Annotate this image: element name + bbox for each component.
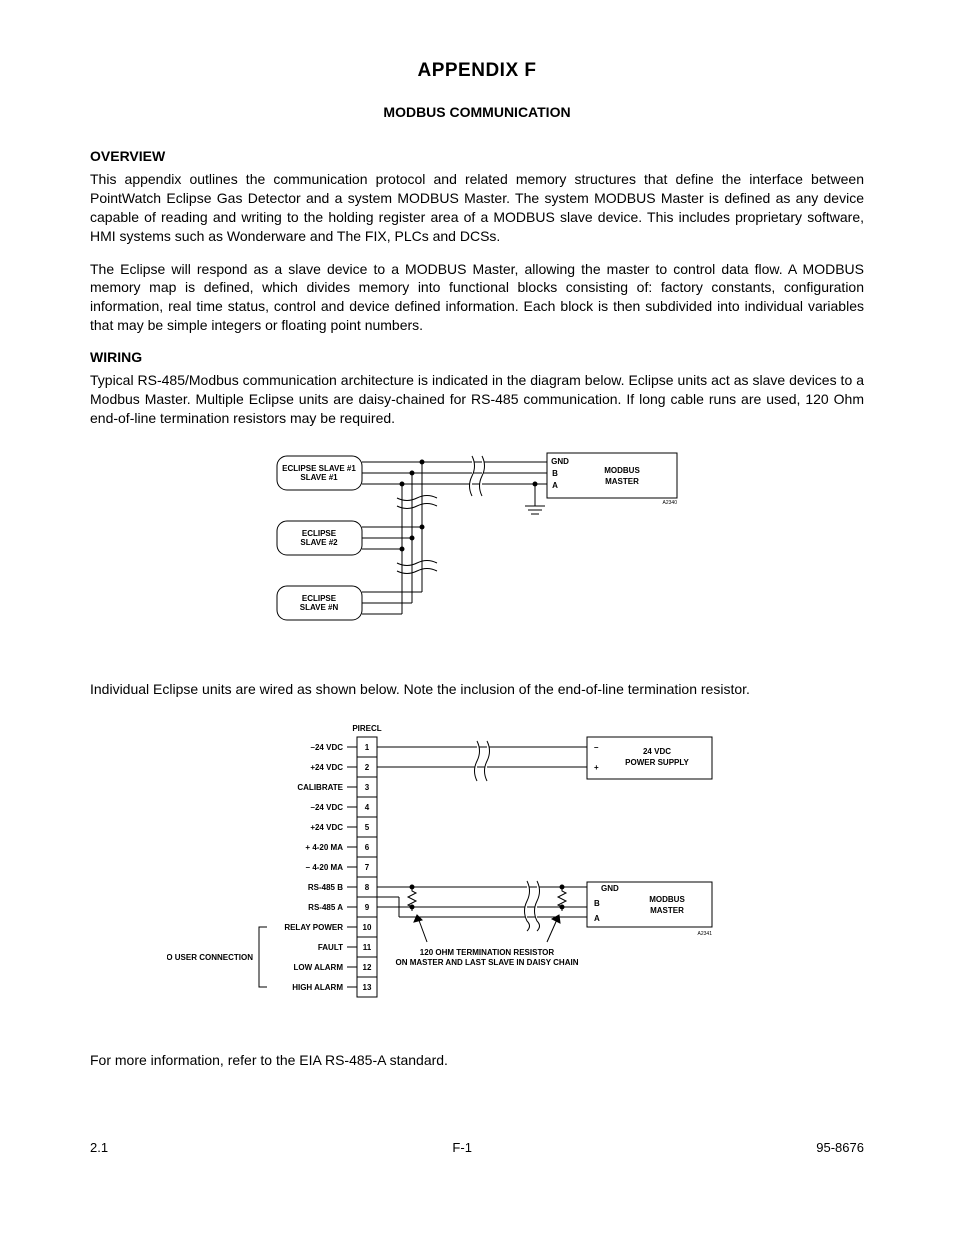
svg-text:12: 12 [363, 963, 372, 972]
svg-text:1: 1 [365, 743, 370, 752]
svg-text:MASTER: MASTER [650, 906, 684, 915]
footer-center: F-1 [452, 1140, 472, 1155]
svg-text:SLAVE #2: SLAVE #2 [300, 538, 338, 547]
footer-right: 95-8676 [816, 1140, 864, 1155]
svg-text:9: 9 [365, 903, 370, 912]
svg-text:8: 8 [365, 883, 370, 892]
d2-b: B [594, 899, 600, 908]
d2-pin6: + 4-20 MA [305, 843, 343, 852]
wiring-p1: Typical RS-485/Modbus communication arch… [90, 371, 864, 428]
d2-pin3: CALIBRATE [297, 783, 343, 792]
d1-b: B [552, 469, 558, 478]
overview-p2: The Eclipse will respond as a slave devi… [90, 260, 864, 336]
svg-text:ECLIPSE: ECLIPSE [302, 594, 337, 603]
svg-text:2: 2 [365, 763, 370, 772]
d2-pin13: HIGH ALARM [292, 983, 343, 992]
footer-left: 2.1 [90, 1140, 108, 1155]
d2-pin12: LOW ALARM [294, 963, 344, 972]
svg-text:13: 13 [363, 983, 372, 992]
wiring-p2: Individual Eclipse units are wired as sh… [90, 680, 864, 699]
d2-pin4: –24 VDC [311, 803, 344, 812]
d1-a: A [552, 481, 558, 490]
d1-gnd: GND [551, 457, 569, 466]
unit-wiring-diagram: PIRECL 1 2 3 4 5 6 7 8 9 10 11 12 13 –24… [167, 717, 787, 1027]
svg-text:7: 7 [365, 863, 370, 872]
svg-text:ON MASTER AND LAST SLAVE IN DA: ON MASTER AND LAST SLAVE IN DAISY CHAIN [396, 958, 579, 967]
svg-text:SLAVE #N: SLAVE #N [300, 603, 339, 612]
svg-text:10: 10 [363, 923, 372, 932]
svg-text:SLAVE #1: SLAVE #1 [300, 473, 338, 482]
svg-text:120 OHM TERMINATION RESISTOR: 120 OHM TERMINATION RESISTOR [420, 948, 555, 957]
svg-text:4: 4 [365, 803, 370, 812]
d2-pin8: RS-485 B [308, 883, 343, 892]
d2-pin10: RELAY POWER [284, 923, 343, 932]
svg-text:5: 5 [365, 823, 370, 832]
overview-p1: This appendix outlines the communication… [90, 170, 864, 246]
d2-gnd: GND [601, 884, 619, 893]
d2-ps-plus: + [594, 763, 599, 772]
overview-heading: OVERVIEW [90, 148, 864, 164]
svg-text:11: 11 [363, 943, 372, 952]
d2-header: PIRECL [352, 724, 381, 733]
d1-code: A2340 [663, 500, 678, 506]
wiring-heading: WIRING [90, 349, 864, 365]
appendix-subtitle: MODBUS COMMUNICATION [90, 104, 864, 120]
d2-pin9: RS-485 A [308, 903, 343, 912]
wiring-p3: For more information, refer to the EIA R… [90, 1051, 864, 1070]
d2-pin11: FAULT [318, 943, 343, 952]
svg-text:ECLIPSE: ECLIPSE [302, 529, 337, 538]
d2-a: A [594, 914, 600, 923]
daisy-chain-diagram: ECLIPSE SLAVE #1 SLAVE #1 ECLIPSE SLAVE … [267, 446, 687, 656]
d1-slave1-l1: ECLIPSE SLAVE #1 [282, 464, 356, 473]
svg-text:3: 3 [365, 783, 370, 792]
svg-text:POWER SUPPLY: POWER SUPPLY [625, 758, 689, 767]
page-footer: 2.1 F-1 95-8676 [90, 1140, 864, 1155]
svg-text:MODBUS: MODBUS [604, 466, 640, 475]
d2-code: A2341 [698, 931, 713, 937]
svg-text:24 VDC: 24 VDC [643, 747, 671, 756]
svg-text:6: 6 [365, 843, 370, 852]
svg-text:MASTER: MASTER [605, 477, 639, 486]
d2-pin1: –24 VDC [311, 743, 344, 752]
d2-ps-minus: – [594, 743, 599, 752]
d2-pin5: +24 VDC [310, 823, 343, 832]
d2-no-user: NO USER CONNECTION [167, 953, 253, 962]
svg-text:MODBUS: MODBUS [649, 895, 685, 904]
appendix-title: APPENDIX F [90, 60, 864, 82]
d2-pin7: – 4-20 MA [306, 863, 344, 872]
d2-pin2: +24 VDC [310, 763, 343, 772]
